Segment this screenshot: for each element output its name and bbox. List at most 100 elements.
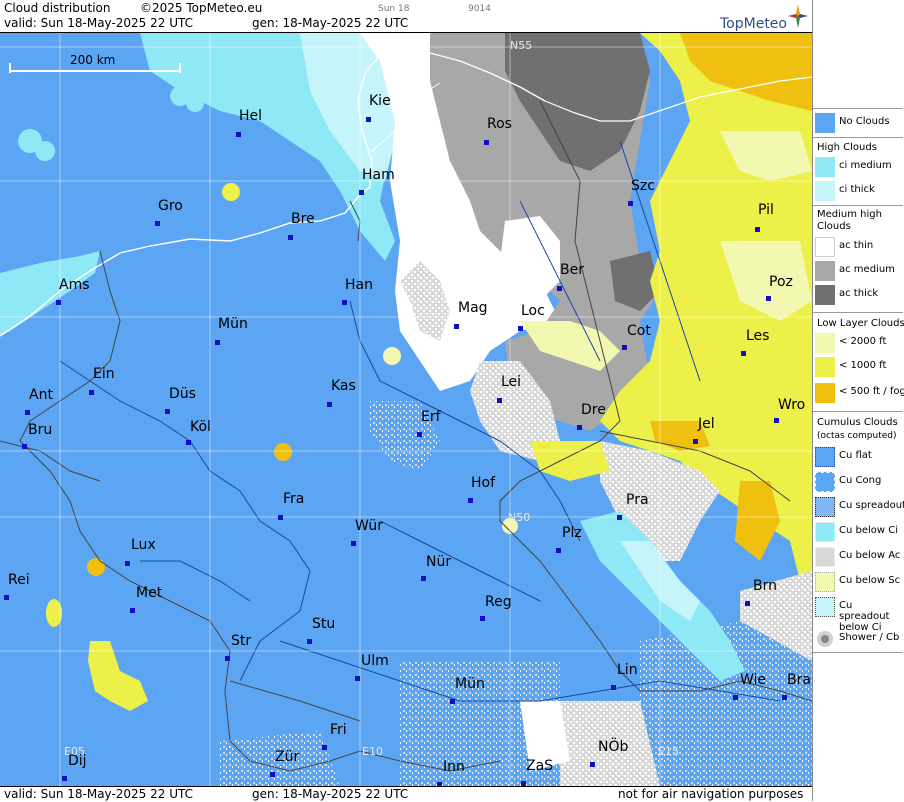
city-marker — [484, 140, 489, 145]
city-marker — [450, 699, 455, 704]
legend-ac-medium: ac medium — [815, 260, 903, 282]
generated-time: gen: 18-May-2025 22 UTC — [252, 16, 409, 30]
city-label: Wro — [778, 397, 806, 413]
city-label: Poz — [769, 274, 793, 290]
city-marker — [186, 440, 191, 445]
city-marker — [733, 695, 738, 700]
legend-cu-below-ac-label: Cu below Ac — [839, 550, 901, 561]
city-label: Ulm — [361, 653, 389, 669]
city-marker — [4, 595, 9, 600]
footer-valid-time: valid: Sun 18-May-2025 22 UTC — [4, 787, 193, 801]
city-label: Ham — [362, 167, 395, 183]
legend-high-clouds-heading: High Clouds — [817, 142, 877, 153]
brand-name: TopMeteo — [720, 16, 787, 32]
city-marker — [745, 601, 750, 606]
legend-low-fog-label: < 500 ft / fog — [839, 386, 904, 397]
city-marker — [359, 190, 364, 195]
city-marker — [288, 235, 293, 240]
city-marker — [468, 498, 473, 503]
cloud-map: 200 km N55 N50 E05 E10 E15 Kie Hel Ros Ham S… — [0, 32, 812, 787]
low-2000-swatch — [815, 333, 835, 353]
city-marker — [611, 685, 616, 690]
legend-cu-spreadout-label: Cu spreadout — [839, 500, 904, 511]
city-label: Fri — [330, 722, 347, 738]
city-marker — [278, 515, 283, 520]
legend-cu-flat-label: Cu flat — [839, 450, 872, 461]
city-label: Lux — [131, 537, 156, 553]
city-marker — [125, 561, 130, 566]
cu-below-ac-swatch — [815, 547, 835, 567]
low-fog-swatch — [815, 383, 835, 403]
city-label: Hel — [239, 108, 263, 124]
city-marker — [556, 548, 561, 553]
footer-generated-time: gen: 18-May-2025 22 UTC — [252, 787, 409, 801]
legend-ci-medium-label: ci medium — [839, 160, 892, 171]
city-label: Str — [231, 633, 252, 649]
city-marker — [518, 326, 523, 331]
grid-label-e10: E10 — [362, 745, 383, 758]
map-canvas — [0, 33, 812, 787]
cu-spreadout-below-ci-swatch — [815, 597, 835, 617]
city-label: Lin — [617, 662, 638, 678]
city-label: Fra — [283, 491, 305, 507]
city-marker — [342, 300, 347, 305]
city-label: Pra — [626, 492, 649, 508]
city-label: Plz — [562, 525, 582, 541]
city-marker — [693, 439, 698, 444]
legend-cu-below-ac: Cu below Ac — [815, 546, 903, 568]
city-marker — [774, 418, 779, 423]
city-label: Lei — [501, 374, 522, 390]
cu-below-ci-swatch — [815, 522, 835, 542]
low-1000-swatch — [815, 357, 835, 377]
legend-cu-spreadout-below-ci: Cu spreadout below Ci — [815, 596, 903, 633]
city-label: Han — [345, 277, 373, 293]
legend-cumulus-subheading: (octas computed) — [817, 431, 897, 441]
city-label: Wür — [355, 518, 383, 534]
city-marker — [22, 444, 27, 449]
shower-cb-icon — [815, 629, 835, 649]
legend-ac-thick: ac thick — [815, 284, 903, 306]
cu-spreadout-swatch — [815, 497, 835, 517]
cu-flat-swatch — [815, 447, 835, 467]
city-marker — [755, 227, 760, 232]
city-label: Mag — [458, 300, 488, 316]
city-label: Cot — [627, 323, 651, 339]
city-marker — [307, 639, 312, 644]
legend-low-2000-label: < 2000 ft — [839, 336, 887, 347]
city-label: Rei — [8, 572, 30, 588]
legend-cu-below-sc: Cu below Sc — [815, 571, 903, 593]
city-label: Loc — [521, 303, 545, 319]
legend-no-clouds-label: No Clouds — [839, 116, 890, 127]
ci-thick-swatch — [815, 181, 835, 201]
city-marker — [327, 402, 332, 407]
city-label: Düs — [169, 386, 196, 402]
city-label: Bre — [291, 211, 315, 227]
city-marker — [766, 296, 771, 301]
city-label: Bra — [787, 672, 811, 688]
city-label: Ams — [59, 277, 90, 293]
legend-no-clouds: No Clouds — [815, 112, 903, 134]
legend-medium-clouds-heading: Medium high Clouds — [817, 209, 882, 232]
city-marker — [236, 132, 241, 137]
city-label: Mün — [455, 676, 485, 692]
legend-low-1000-label: < 1000 ft — [839, 360, 887, 371]
city-label: Ant — [29, 387, 53, 403]
valid-time: valid: Sun 18-May-2025 22 UTC — [4, 16, 193, 30]
city-label: Kas — [331, 378, 356, 394]
legend-cu-below-sc-label: Cu below Sc — [839, 575, 901, 586]
scale-label: 200 km — [70, 53, 116, 67]
city-label: Ber — [560, 262, 584, 278]
map-footer: valid: Sun 18-May-2025 22 UTC gen: 18-Ma… — [0, 786, 812, 802]
city-label: Bru — [28, 422, 53, 438]
city-label: Kie — [369, 93, 391, 109]
legend-low-2000: < 2000 ft — [815, 332, 903, 354]
ac-medium-swatch — [815, 261, 835, 281]
legend-ac-thick-label: ac thick — [839, 288, 879, 299]
map-title: Cloud distribution — [4, 1, 111, 15]
legend-cu-spreadout: Cu spreadout — [815, 496, 904, 518]
no-clouds-swatch — [815, 113, 835, 133]
city-marker — [165, 409, 170, 414]
city-marker — [89, 390, 94, 395]
legend-ci-thick: ci thick — [815, 180, 903, 202]
city-marker — [355, 676, 360, 681]
